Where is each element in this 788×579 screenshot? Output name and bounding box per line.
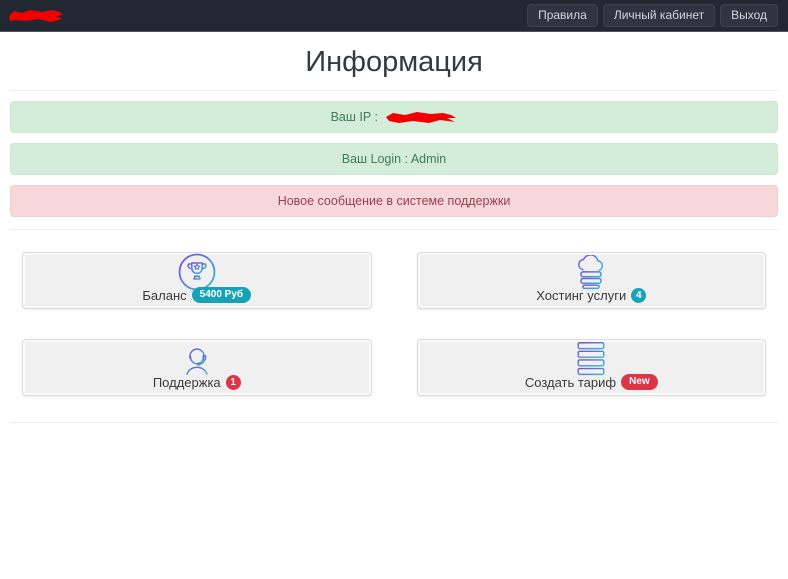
personal-cabinet-button[interactable]: Личный кабинет [603,4,715,27]
divider [10,90,778,91]
redaction-scribble-logo [8,8,64,24]
navbar-actions: Правила Личный кабинет Выход [527,4,778,27]
rules-button[interactable]: Правила [527,4,598,27]
logout-button[interactable]: Выход [720,4,778,27]
ip-alert: Ваш IP : [10,101,778,133]
page-title: Информация [10,46,778,79]
support-card-label: Поддержка [153,375,221,390]
hosting-services-count-badge: 4 [631,288,646,303]
balance-badge: 5400 Руб [192,287,251,303]
create-tariff-card-label: Создать тариф [525,375,616,390]
ip-alert-label: Ваш IP : [331,110,378,124]
cloud-server-icon [571,257,611,288]
support-agent-icon [180,344,214,375]
balance-card-label: Баланс [142,288,186,303]
redaction-scribble-ip [385,111,457,124]
top-navbar: Правила Личный кабинет Выход [0,0,788,32]
support-card[interactable]: Поддержка 1 [22,339,372,396]
hosting-services-card-label: Хостинг услуги [536,288,626,303]
server-rack-icon [574,344,608,374]
divider [10,422,778,423]
login-alert: Ваш Login : Admin [10,143,778,175]
dashboard-cards: Баланс 5400 Руб [10,252,778,396]
main-container: Информация Ваш IP : Ваш Login : Admin Но… [0,46,788,423]
new-badge: New [621,374,658,390]
brand-logo-redacted[interactable] [8,0,64,31]
support-count-badge: 1 [226,375,241,390]
divider [10,229,778,230]
support-message-alert: Новое сообщение в системе поддержки [10,185,778,217]
balance-card[interactable]: Баланс 5400 Руб [22,252,372,309]
hosting-services-card[interactable]: Хостинг услуги 4 [417,252,767,309]
create-tariff-card[interactable]: Создать тариф New [417,339,767,396]
trophy-icon [178,257,216,287]
